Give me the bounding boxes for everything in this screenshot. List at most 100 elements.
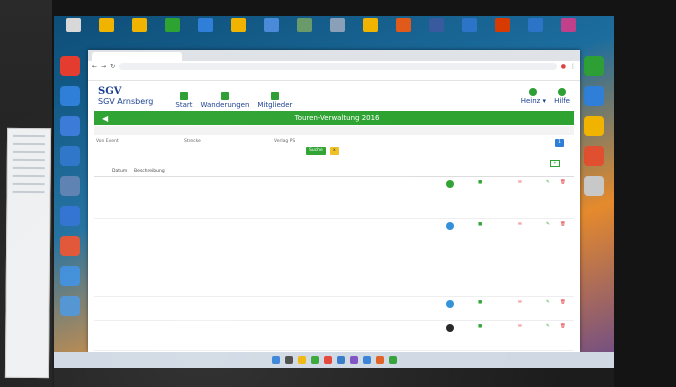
desktop-icon[interactable] [124, 18, 154, 48]
month-tab[interactable] [286, 126, 334, 135]
app-icon[interactable] [60, 176, 80, 196]
message-icon[interactable]: ✉ [518, 222, 522, 227]
table-header: Datum Beschreibung + [94, 159, 574, 177]
app-icon[interactable] [60, 266, 80, 286]
desktop-icon[interactable] [421, 18, 451, 48]
status-icon[interactable] [446, 300, 454, 308]
taskbar-app-icon[interactable] [362, 356, 371, 364]
reload-icon[interactable]: ↻ [110, 63, 115, 70]
month-tab[interactable] [334, 126, 382, 135]
logo[interactable]: SGV SGV Arnsberg [98, 86, 153, 106]
table-row[interactable]: ■ ✉ ✎ 🗑 [94, 177, 574, 219]
taskbar-app-icon[interactable] [388, 356, 397, 364]
add-icon[interactable]: + [550, 160, 560, 167]
reset-button[interactable]: x [330, 147, 339, 155]
delete-icon[interactable]: 🗑 [560, 180, 566, 185]
app-icon[interactable] [60, 86, 80, 106]
desktop-icon[interactable] [487, 18, 517, 48]
month-tab[interactable] [142, 126, 190, 135]
col-date[interactable]: Datum [112, 169, 127, 174]
taskbar-app-icon[interactable] [271, 356, 280, 364]
browser-tab[interactable] [92, 52, 182, 61]
message-icon[interactable]: ✉ [518, 300, 522, 305]
forward-icon[interactable]: → [101, 63, 106, 70]
app-icon[interactable] [60, 206, 80, 226]
taskbar-app-icon[interactable] [375, 356, 384, 364]
prev-arrow-icon[interactable]: ◀ [102, 114, 108, 123]
url-input[interactable] [119, 63, 557, 70]
menu-item-start[interactable]: Start [175, 91, 193, 109]
desktop-icon[interactable] [520, 18, 550, 48]
desktop-icon[interactable] [388, 18, 418, 48]
search-button[interactable]: Suche [306, 147, 326, 155]
user-menu[interactable]: Heinz ▾ [521, 87, 546, 105]
app-icon[interactable] [60, 296, 80, 316]
app-icon[interactable] [60, 56, 80, 76]
desktop-icon[interactable] [322, 18, 352, 48]
table-row[interactable]: ■ ✉ ✎ 🗑 [94, 321, 574, 351]
help-link[interactable]: Hilfe [554, 87, 570, 105]
app-icon[interactable] [584, 146, 604, 166]
delete-icon[interactable]: 🗑 [560, 222, 566, 227]
desktop-icon[interactable] [553, 18, 583, 48]
app-icon[interactable] [584, 86, 604, 106]
month-tab[interactable] [190, 126, 238, 135]
edit-icon[interactable]: ✎ [546, 222, 550, 227]
delete-icon[interactable]: 🗑 [560, 300, 566, 305]
header-right: Heinz ▾ Hilfe [521, 87, 570, 105]
menu-icon[interactable]: ⋮ [570, 63, 576, 70]
page-title: Touren-Verwaltung 2016 [294, 114, 380, 122]
menu-item-label: Mitglieder [257, 100, 293, 109]
app-icon[interactable] [60, 146, 80, 166]
col-description[interactable]: Beschreibung [134, 169, 165, 174]
app-icon[interactable] [60, 116, 80, 136]
home-icon [179, 91, 188, 100]
message-icon[interactable]: ✉ [518, 180, 522, 185]
table-row[interactable]: ■ ✉ ✎ 🗑 [94, 297, 574, 321]
desktop-icon[interactable] [289, 18, 319, 48]
status-icon[interactable] [446, 324, 454, 332]
taskbar-app-icon[interactable] [323, 356, 332, 364]
month-tab[interactable] [94, 126, 142, 135]
month-tab[interactable] [526, 126, 574, 135]
delete-icon[interactable]: 🗑 [560, 324, 566, 329]
month-tab[interactable] [430, 126, 478, 135]
desktop-icon[interactable] [256, 18, 286, 48]
desktop-icon[interactable] [91, 18, 121, 48]
back-icon[interactable]: ← [92, 63, 97, 70]
app-icon[interactable] [584, 176, 604, 196]
edit-icon[interactable]: ✎ [546, 180, 550, 185]
desktop-icon[interactable] [223, 18, 253, 48]
month-tabs [94, 126, 574, 135]
taskbar-app-icon[interactable] [349, 356, 358, 364]
desktop-icon[interactable] [190, 18, 220, 48]
app-icon[interactable] [60, 236, 80, 256]
month-tab[interactable] [382, 126, 430, 135]
taskbar-app-icon[interactable] [310, 356, 319, 364]
users-icon [270, 91, 279, 100]
menu-item-wanderungen[interactable]: Wanderungen [201, 91, 249, 109]
extensions-icon[interactable]: ● [561, 63, 566, 70]
month-tab[interactable] [238, 126, 286, 135]
tour-table: ■ ✉ ✎ 🗑 ■ ✉ ✎ 🗑 ■ ✉ ✎ 🗑 ■ ✉ ✎ 🗑 [88, 177, 580, 351]
desktop-icon[interactable] [355, 18, 385, 48]
status-icon[interactable] [446, 180, 454, 188]
desktop-icon[interactable] [58, 18, 88, 48]
menu-item-mitglieder[interactable]: Mitglieder [257, 91, 293, 109]
desktop-icon[interactable] [454, 18, 484, 48]
places-icon: ■ [478, 300, 483, 305]
message-icon[interactable]: ✉ [518, 324, 522, 329]
taskbar-app-icon[interactable] [297, 356, 306, 364]
desktop-icon[interactable] [157, 18, 187, 48]
taskbar-app-icon[interactable] [336, 356, 345, 364]
edit-icon[interactable]: ✎ [546, 300, 550, 305]
monitor-bezel [54, 368, 614, 387]
status-icon[interactable] [446, 222, 454, 230]
edit-icon[interactable]: ✎ [546, 324, 550, 329]
app-icon[interactable] [584, 116, 604, 136]
taskbar-app-icon[interactable] [284, 356, 293, 364]
app-icon[interactable] [584, 56, 604, 76]
month-tab[interactable] [478, 126, 526, 135]
table-row[interactable]: ■ ✉ ✎ 🗑 [94, 219, 574, 297]
page-button[interactable]: 1 [555, 139, 564, 147]
